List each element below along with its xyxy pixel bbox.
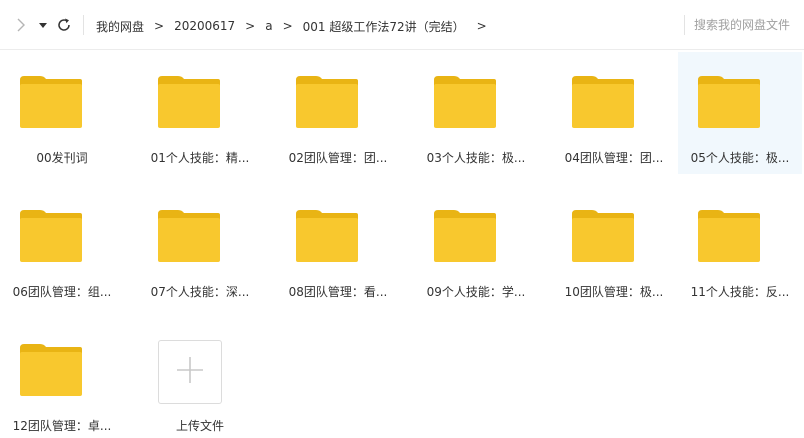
search-divider <box>684 15 685 35</box>
folder-name: 03个人技能：极... <box>426 151 526 165</box>
folder-icon <box>296 76 358 128</box>
breadcrumb: 我的网盘 > 20200617 > a > 001 超级工作法72讲（完结） > <box>96 16 497 36</box>
folder-name: 09个人技能：学... <box>426 285 526 299</box>
caret-down-icon[interactable] <box>36 13 50 37</box>
breadcrumb-separator: > <box>154 19 165 33</box>
folder-icon <box>434 76 496 128</box>
folder-name: 04团队管理：团... <box>564 151 664 165</box>
folder-item[interactable]: 08团队管理：看... <box>276 186 400 308</box>
search-input[interactable] <box>694 14 800 36</box>
folder-icon <box>158 210 220 262</box>
folder-icon <box>20 76 82 128</box>
chevron-right-icon[interactable] <box>13 13 29 37</box>
breadcrumb-separator: > <box>245 19 256 33</box>
folder-item[interactable]: 01个人技能：精... <box>138 52 262 174</box>
folder-icon <box>572 210 634 262</box>
folder-name: 12团队管理：卓... <box>12 419 112 433</box>
folder-icon <box>572 76 634 128</box>
folder-item[interactable]: 03个人技能：极... <box>414 52 538 174</box>
folder-name: 02团队管理：团... <box>288 151 388 165</box>
folder-item[interactable]: 10团队管理：极... <box>552 186 676 308</box>
folder-name: 10团队管理：极... <box>564 285 664 299</box>
folder-icon <box>296 210 358 262</box>
folder-item[interactable]: 00发刊词 <box>0 52 124 174</box>
breadcrumb-item-current[interactable]: 001 超级工作法72讲（完结） <box>303 18 465 35</box>
folder-icon <box>158 76 220 128</box>
folder-icon <box>20 344 82 396</box>
plus-icon <box>175 355 205 389</box>
folder-name: 05个人技能：极... <box>690 151 790 165</box>
refresh-icon[interactable] <box>55 13 73 37</box>
folder-item[interactable]: 06团队管理：组... <box>0 186 124 308</box>
folder-item[interactable]: 12团队管理：卓... <box>0 320 124 438</box>
toolbar-divider <box>83 15 84 35</box>
folder-item[interactable]: 05个人技能：极... <box>678 52 802 174</box>
folder-item[interactable]: 09个人技能：学... <box>414 186 538 308</box>
folder-icon <box>698 210 760 262</box>
top-bar: 我的网盘 > 20200617 > a > 001 超级工作法72讲（完结） > <box>0 0 804 50</box>
breadcrumb-expand[interactable]: > <box>477 19 487 33</box>
folder-item[interactable]: 07个人技能：深... <box>138 186 262 308</box>
breadcrumb-separator: > <box>282 19 293 33</box>
folder-name: 11个人技能：反... <box>690 285 790 299</box>
upload-label: 上传文件 <box>175 419 224 433</box>
folder-icon <box>20 210 82 262</box>
folder-name: 08团队管理：看... <box>288 285 388 299</box>
folder-name: 01个人技能：精... <box>150 151 250 165</box>
upload-file-button[interactable]: 上传文件 <box>138 320 262 438</box>
folder-item[interactable]: 04团队管理：团... <box>552 52 676 174</box>
folder-icon <box>698 76 760 128</box>
folder-icon <box>434 210 496 262</box>
upload-box[interactable] <box>158 340 222 404</box>
folder-item[interactable]: 11个人技能：反... <box>678 186 802 308</box>
breadcrumb-item-root[interactable]: 我的网盘 <box>96 18 144 35</box>
breadcrumb-item-20200617[interactable]: 20200617 <box>174 19 235 33</box>
breadcrumb-item-a[interactable]: a <box>265 19 272 33</box>
folder-name: 07个人技能：深... <box>150 285 250 299</box>
folder-name: 00发刊词 <box>36 151 88 165</box>
folder-item[interactable]: 02团队管理：团... <box>276 52 400 174</box>
folder-name: 06团队管理：组... <box>12 285 112 299</box>
